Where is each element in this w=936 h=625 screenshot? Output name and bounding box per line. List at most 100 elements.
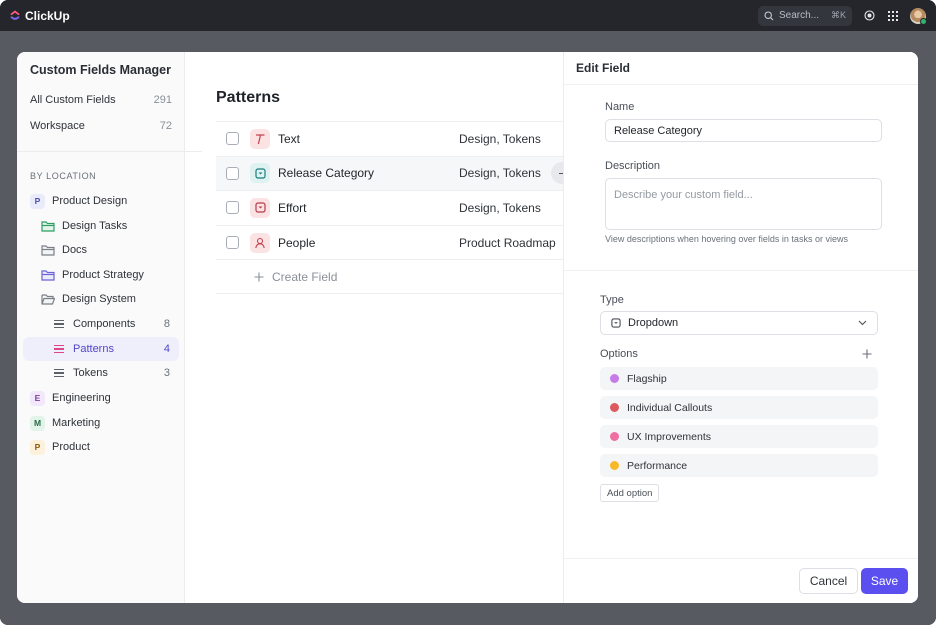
row-checkbox[interactable] [226, 201, 239, 215]
type-value: Dropdown [628, 317, 679, 329]
location-engineering[interactable]: E Engineering [30, 387, 111, 409]
location-components[interactable]: Components [54, 313, 135, 335]
create-field-label: Create Field [272, 269, 338, 284]
search-shortcut: ⌘K [830, 10, 846, 20]
table-row[interactable]: Effort Design, Tokens [216, 190, 563, 225]
location-label: Marketing [52, 417, 101, 429]
user-avatar[interactable] [910, 7, 927, 25]
save-button[interactable]: Save [861, 568, 908, 594]
option-color-dot[interactable] [610, 403, 619, 412]
edit-field-panel: Edit Field Name Release Category Descrip… [563, 52, 918, 603]
location-label: Product Strategy [62, 269, 144, 281]
dropdown-type-icon [250, 197, 270, 218]
option-color-dot[interactable] [610, 461, 619, 470]
brand[interactable]: ClickUp [10, 9, 70, 23]
location-label: Patterns [73, 343, 114, 355]
location-label: Tokens [73, 367, 108, 379]
sidebar-divider [17, 151, 202, 152]
name-input[interactable]: Release Category [605, 119, 882, 142]
option-item[interactable]: Flagship [600, 367, 878, 390]
location-count: 4 [163, 343, 170, 355]
space-badge: E [30, 390, 45, 406]
location-label: Product [52, 441, 90, 453]
row-checkbox[interactable] [226, 166, 239, 180]
location-design-system[interactable]: Design System [41, 288, 136, 310]
option-label: Flagship [627, 372, 667, 385]
app-window: ClickUp Search... ⌘K Custom Fields Manag… [0, 0, 936, 625]
sidebar-title: Custom Fields Manager [30, 63, 171, 77]
app-name: ClickUp [25, 8, 70, 23]
space-badge: P [30, 193, 45, 209]
location-marketing[interactable]: M Marketing [30, 412, 100, 434]
location-product-design[interactable]: P Product Design [30, 190, 127, 212]
dropdown-type-icon [250, 163, 270, 184]
field-name: Text [278, 131, 301, 146]
list-icon [54, 344, 64, 354]
add-option-button[interactable]: Add option [600, 484, 660, 502]
type-select[interactable]: Dropdown [600, 311, 878, 335]
text-type-icon [250, 128, 270, 149]
top-bar: ClickUp Search... ⌘K [0, 0, 936, 31]
option-color-dot[interactable] [610, 374, 619, 383]
field-name: Effort [278, 200, 307, 215]
space-badge: P [30, 439, 45, 455]
option-item[interactable]: Individual Callouts [600, 396, 878, 419]
option-label: UX Improvements [627, 430, 712, 443]
sidebar-item-all-custom-fields[interactable]: All Custom Fields 291 [30, 94, 172, 106]
option-item[interactable]: Performance [600, 454, 878, 477]
table-row[interactable]: People Product Roadmap [216, 224, 563, 260]
page-title: Patterns [216, 89, 281, 106]
location-design-tasks[interactable]: Design Tasks [41, 215, 127, 237]
row-checkbox[interactable] [226, 132, 239, 146]
space-badge: M [30, 415, 45, 431]
name-label: Name [605, 101, 635, 113]
panel-title: Edit Field [564, 52, 918, 85]
location-label: Product Design [52, 195, 128, 207]
location-docs[interactable]: Docs [41, 239, 87, 261]
sidebar-item-label: Workspace [30, 120, 85, 132]
folder-icon [41, 221, 55, 232]
field-location: Design, Tokens [459, 131, 541, 146]
option-color-dot[interactable] [610, 432, 619, 441]
record-icon[interactable] [862, 9, 876, 23]
chevron-down-icon [858, 320, 867, 326]
location-product[interactable]: P Product [30, 436, 90, 458]
add-option-plus-icon[interactable] [862, 346, 872, 362]
location-count: 8 [163, 318, 170, 330]
list-icon [54, 368, 64, 378]
apps-grid-icon[interactable] [886, 9, 900, 23]
description-hint: View descriptions when hovering over fie… [605, 234, 848, 244]
description-input[interactable]: Describe your custom field... [605, 178, 882, 230]
create-field-button[interactable]: Create Field [254, 270, 337, 284]
sidebar-item-count: 72 [159, 120, 172, 132]
sidebar-item-label: All Custom Fields [30, 94, 116, 106]
field-name: People [278, 235, 316, 250]
location-patterns[interactable]: Patterns [54, 338, 114, 360]
option-item[interactable]: UX Improvements [600, 425, 878, 448]
create-field-row[interactable]: Create Field [216, 259, 563, 294]
field-location: Design, Tokens [459, 200, 541, 215]
panel-divider [564, 270, 918, 271]
sidebar: Custom Fields Manager All Custom Fields … [17, 52, 202, 603]
global-search[interactable]: Search... ⌘K [758, 5, 852, 26]
custom-fields-modal: Custom Fields Manager All Custom Fields … [17, 52, 918, 603]
row-checkbox[interactable] [226, 236, 239, 250]
location-tokens[interactable]: Tokens [54, 362, 108, 384]
folder-open-icon [41, 294, 55, 305]
table-row[interactable]: Release Category Design, Tokens [216, 155, 573, 191]
cancel-button[interactable]: Cancel [799, 568, 858, 594]
clickup-logo-icon [10, 10, 20, 20]
list-icon [54, 319, 64, 329]
location-label: Engineering [52, 392, 111, 404]
location-label: Design Tasks [62, 220, 128, 232]
field-location: Design, Tokens [459, 166, 541, 181]
sidebar-item-workspace[interactable]: Workspace 72 [30, 120, 172, 132]
options-label: Options [600, 348, 638, 360]
description-label: Description [605, 160, 661, 172]
location-product-strategy[interactable]: Product Strategy [41, 264, 144, 286]
person-type-icon [250, 232, 270, 253]
fields-table: Text Design, Tokens Release Category Des… [216, 121, 573, 294]
table-row[interactable]: Text Design, Tokens [216, 121, 563, 156]
option-label: Performance [627, 459, 688, 472]
plus-icon [254, 272, 264, 282]
